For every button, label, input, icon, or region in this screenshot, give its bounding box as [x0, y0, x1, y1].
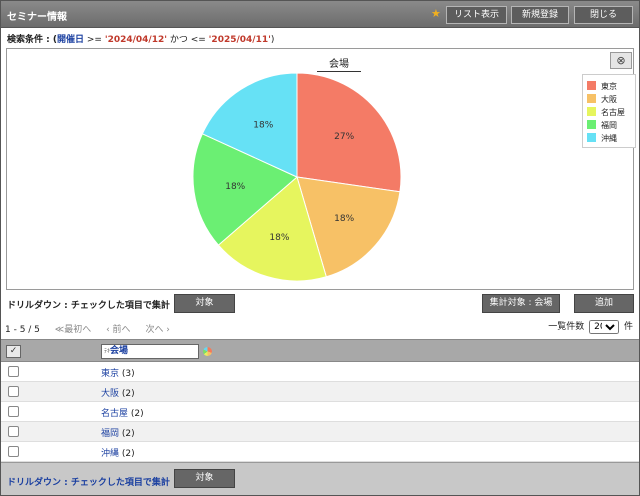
legend-label: 大阪 — [601, 95, 617, 104]
legend-label: 福岡 — [601, 121, 617, 130]
legend-swatch — [587, 107, 596, 116]
pie-slice-label-3: 18% — [269, 233, 289, 243]
pager-prev-link[interactable]: ‹ 前へ — [106, 325, 130, 335]
per-page-label: 一覧件数 — [548, 322, 585, 332]
table-row: 福岡 (2) — [1, 422, 639, 442]
per-page-control: 一覧件数 20 件 — [548, 319, 633, 334]
chart-legend: 東京大阪名古屋福岡沖縄 — [582, 74, 636, 148]
footer-drilldown-label: ドリルダウン : チェックした項目で集計 — [7, 478, 170, 488]
venue-count: (2) — [121, 429, 135, 439]
add-button[interactable]: 追加 — [574, 294, 634, 313]
row-venue: 沖縄 (2) — [101, 446, 135, 459]
pager-first-link[interactable]: ≪最初へ — [55, 325, 91, 335]
venue-link[interactable]: 東京 — [101, 369, 119, 379]
search-condition-prefix: 検索条件 : ( — [7, 35, 57, 45]
list-view-button[interactable]: リスト表示 — [446, 6, 507, 24]
legend-item: 福岡 — [587, 120, 617, 132]
seminar-window: セミナー情報 ★ リスト表示 新規登録 閉じる 検索条件 : (開催日 >= '… — [0, 0, 640, 496]
legend-swatch — [587, 133, 596, 142]
row-checkbox[interactable] — [8, 426, 19, 437]
legend-swatch — [587, 120, 596, 129]
pager-next-link[interactable]: 次へ › — [145, 325, 169, 335]
pie-chart-icon[interactable] — [203, 347, 212, 356]
row-venue: 福岡 (2) — [101, 426, 135, 439]
search-condition-to: '2025/04/11' — [208, 35, 271, 45]
row-venue: 名古屋 (2) — [101, 406, 144, 419]
pager: 1 - 5 / 5 ≪最初へ ‹ 前へ 次へ › — [5, 322, 170, 335]
per-page-unit: 件 — [623, 322, 633, 332]
drilldown-label: ドリルダウン : チェックした項目で集計 — [7, 301, 170, 311]
check-all-checkbox[interactable]: ✓ — [6, 345, 21, 358]
legend-item: 名古屋 — [587, 107, 625, 119]
aggregate-target-button[interactable]: 集計対象 : 会場 — [482, 294, 560, 313]
venue-count: (2) — [130, 409, 144, 419]
row-checkbox[interactable] — [8, 386, 19, 397]
pie-slice-label-2: 18% — [334, 214, 354, 224]
pie-slice-label-4: 18% — [225, 182, 245, 192]
table-row: 名古屋 (2) — [1, 402, 639, 422]
legend-item: 大阪 — [587, 94, 617, 106]
search-condition-suffix: ) — [270, 35, 275, 45]
search-condition-op: >= — [84, 35, 105, 45]
pager-range: 1 - 5 / 5 — [5, 325, 40, 335]
venue-filter-input[interactable]: ﾃｷ会場 — [101, 344, 199, 359]
search-condition-from: '2024/04/12' — [104, 35, 167, 45]
legend-label: 沖縄 — [601, 134, 617, 143]
per-page-select[interactable]: 20 — [589, 320, 620, 334]
filter-label: 会場 — [110, 346, 129, 356]
row-checkbox[interactable] — [8, 406, 19, 417]
table-row: 東京 (3) — [1, 362, 639, 382]
legend-item: 沖縄 — [587, 133, 617, 145]
venue-count: (3) — [121, 369, 135, 379]
venue-link[interactable]: 名古屋 — [101, 409, 128, 419]
table-header: ✓ ﾃｷ会場 — [1, 339, 639, 362]
legend-label: 東京 — [601, 82, 617, 91]
search-condition-conj: かつ <= — [167, 35, 209, 45]
legend-label: 名古屋 — [601, 108, 625, 117]
venue-link[interactable]: 大阪 — [101, 389, 119, 399]
search-condition: 検索条件 : (開催日 >= '2024/04/12' かつ <= '2025/… — [7, 32, 274, 45]
star-icon[interactable]: ★ — [431, 8, 441, 20]
table-row: 沖縄 (2) — [1, 442, 639, 462]
row-checkbox[interactable] — [8, 366, 19, 377]
pie-chart: 27% 18% 18% 18% 18% — [192, 72, 402, 282]
legend-item: 東京 — [587, 81, 617, 93]
footer-target-button[interactable]: 対象 — [174, 469, 235, 488]
page-title: セミナー情報 — [7, 12, 67, 23]
row-venue: 大阪 (2) — [101, 386, 135, 399]
venue-count: (2) — [121, 389, 135, 399]
title-bar: セミナー情報 ★ リスト表示 新規登録 閉じる — [1, 1, 639, 28]
legend-swatch — [587, 81, 596, 90]
legend-swatch — [587, 94, 596, 103]
venue-link[interactable]: 沖縄 — [101, 449, 119, 459]
new-entry-button[interactable]: 新規登録 — [511, 6, 569, 24]
close-button[interactable]: 閉じる — [574, 6, 633, 24]
venue-count: (2) — [121, 449, 135, 459]
row-venue: 東京 (3) — [101, 366, 135, 379]
drilldown-target-button[interactable]: 対象 — [174, 294, 235, 313]
chart-panel: 会場 ⊗ 27% 18% 18% 18% 18% 東京 大阪 名古屋 福岡 沖縄 — [6, 48, 636, 290]
table-row: 大阪 (2) — [1, 382, 639, 402]
search-condition-field: 開催日 — [56, 35, 84, 45]
pie-slice-label-5: 18% — [253, 121, 273, 131]
venue-link[interactable]: 福岡 — [101, 429, 119, 439]
pie-slice-label-1: 27% — [334, 132, 354, 142]
footer-bar: ドリルダウン : チェックした項目で集計 対象 — [1, 462, 639, 495]
row-checkbox[interactable] — [8, 446, 19, 457]
